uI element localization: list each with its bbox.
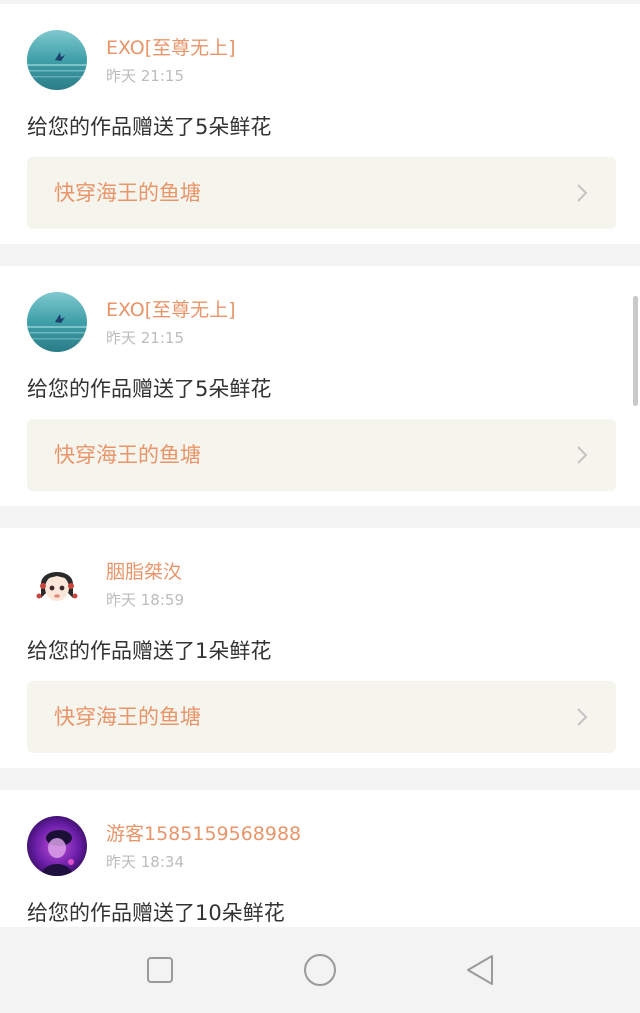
chevron-right-icon bbox=[577, 184, 588, 202]
scrollbar[interactable] bbox=[633, 296, 638, 406]
notification-card: EXO[至尊无上] 昨天 21:15 给您的作品赠送了5朵鲜花 快穿海王的鱼塘 bbox=[0, 266, 640, 506]
circle-icon[interactable] bbox=[298, 948, 342, 992]
book-link[interactable]: 快穿海王的鱼塘 bbox=[27, 419, 616, 491]
timestamp: 昨天 18:34 bbox=[106, 853, 184, 871]
timestamp: 昨天 18:59 bbox=[106, 591, 184, 609]
gift-message: 给您的作品赠送了5朵鲜花 bbox=[27, 377, 272, 401]
chevron-right-icon bbox=[577, 446, 588, 464]
user-avatar[interactable] bbox=[27, 292, 87, 352]
book-title: 快穿海王的鱼塘 bbox=[54, 181, 201, 205]
user-avatar[interactable] bbox=[27, 816, 87, 876]
gift-message: 给您的作品赠送了5朵鲜花 bbox=[27, 115, 272, 139]
notification-card: EXO[至尊无上] 昨天 21:15 给您的作品赠送了5朵鲜花 快穿海王的鱼塘 bbox=[0, 4, 640, 244]
user-name[interactable]: EXO[至尊无上] bbox=[106, 36, 236, 60]
gift-message: 给您的作品赠送了1朵鲜花 bbox=[27, 639, 272, 663]
user-name[interactable]: 游客1585159568988 bbox=[106, 822, 301, 846]
book-title: 快穿海王的鱼塘 bbox=[54, 443, 201, 467]
user-name[interactable]: EXO[至尊无上] bbox=[106, 298, 236, 322]
user-avatar[interactable] bbox=[27, 554, 87, 614]
square-icon[interactable] bbox=[138, 948, 182, 992]
notification-screen: EXO[至尊无上] 昨天 21:15 给您的作品赠送了5朵鲜花 快穿海王的鱼塘 bbox=[0, 0, 640, 1013]
book-title: 快穿海王的鱼塘 bbox=[54, 705, 201, 729]
system-nav-bar bbox=[0, 927, 640, 1013]
user-avatar[interactable] bbox=[27, 30, 87, 90]
notification-card: 胭脂桀汷 昨天 18:59 给您的作品赠送了1朵鲜花 快穿海王的鱼塘 bbox=[0, 528, 640, 768]
user-name[interactable]: 胭脂桀汷 bbox=[106, 560, 182, 584]
gift-message: 给您的作品赠送了10朵鲜花 bbox=[27, 901, 285, 925]
book-link[interactable]: 快穿海王的鱼塘 bbox=[27, 157, 616, 229]
anime-girl-avatar-icon bbox=[27, 554, 87, 614]
whale-ocean-avatar-icon bbox=[27, 30, 87, 90]
chevron-right-icon bbox=[577, 708, 588, 726]
book-link[interactable]: 快穿海王的鱼塘 bbox=[27, 681, 616, 753]
whale-ocean-avatar-icon bbox=[27, 292, 87, 352]
purple-portrait-avatar-icon bbox=[27, 816, 87, 876]
timestamp: 昨天 21:15 bbox=[106, 329, 184, 347]
triangle-back-icon[interactable] bbox=[458, 948, 502, 992]
timestamp: 昨天 21:15 bbox=[106, 67, 184, 85]
